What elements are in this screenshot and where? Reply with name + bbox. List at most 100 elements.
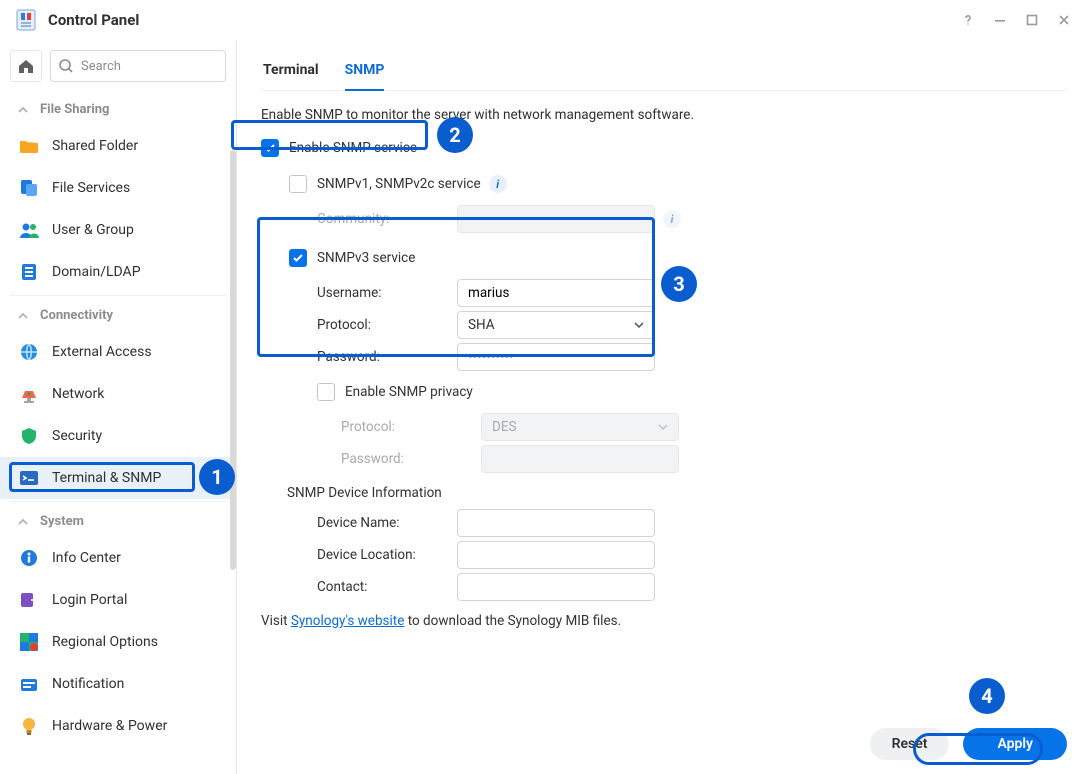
snmp-v3-checkbox[interactable] [289, 249, 307, 267]
device-name-label: Device Name: [317, 515, 457, 531]
protocol-select[interactable]: SHA [457, 311, 655, 339]
section-label: Connectivity [40, 308, 113, 323]
nav-label: Info Center [52, 550, 121, 566]
contact-input[interactable] [457, 573, 655, 601]
chevron-up-icon [18, 517, 32, 527]
section-file-sharing[interactable]: File Sharing [0, 92, 236, 125]
sidebar-item-external-access[interactable]: External Access [0, 331, 236, 373]
sidebar-item-user-group[interactable]: User & Group [0, 209, 236, 251]
tab-terminal[interactable]: Terminal [263, 50, 319, 90]
user-group-icon [18, 219, 40, 241]
caret-down-icon [634, 320, 644, 330]
priv-protocol-value: DES [492, 419, 517, 435]
priv-password-input [481, 445, 679, 473]
sidebar-item-hardware-power[interactable]: Hardware & Power [0, 705, 236, 747]
minimize-icon[interactable] [987, 7, 1013, 33]
nav-label: Network [52, 386, 104, 402]
nav-label: Regional Options [52, 634, 158, 650]
snmp-privacy-label: Enable SNMP privacy [345, 384, 473, 400]
sidebar: File Sharing Shared Folder File Services… [0, 40, 237, 774]
section-system[interactable]: System [0, 504, 236, 537]
contact-label: Contact: [317, 579, 457, 595]
device-location-label: Device Location: [317, 547, 457, 563]
nav-label: External Access [52, 344, 152, 360]
info-icon [18, 547, 40, 569]
check-icon [292, 252, 304, 264]
nav-label: Login Portal [52, 592, 127, 608]
close-icon[interactable] [1051, 7, 1077, 33]
username-input[interactable] [457, 279, 655, 307]
sidebar-item-network[interactable]: Network [0, 373, 236, 415]
section-label: File Sharing [40, 102, 109, 117]
info-icon[interactable]: i [489, 175, 507, 193]
sidebar-item-regional-options[interactable]: Regional Options [0, 621, 236, 663]
enable-snmp-checkbox[interactable] [261, 139, 279, 157]
folder-icon [18, 135, 40, 157]
scrollbar[interactable] [230, 150, 236, 570]
home-button[interactable] [10, 50, 42, 82]
sidebar-item-security[interactable]: Security [0, 415, 236, 457]
nav-label: Terminal & SNMP [52, 470, 161, 486]
network-icon [18, 383, 40, 405]
help-icon[interactable] [955, 7, 981, 33]
reset-button[interactable]: Reset [870, 728, 950, 760]
password-input[interactable] [457, 343, 655, 371]
main-content: Terminal SNMP Enable SNMP to monitor the… [237, 40, 1091, 774]
file-services-icon [18, 177, 40, 199]
section-connectivity[interactable]: Connectivity [0, 298, 236, 331]
mib-line: Visit Synology's website to download the… [261, 613, 1067, 629]
callout-4: 4 [969, 678, 1005, 714]
chevron-up-icon [18, 105, 32, 115]
device-name-input[interactable] [457, 509, 655, 537]
section-label: System [40, 514, 84, 529]
login-portal-icon [18, 589, 40, 611]
sidebar-item-terminal-snmp[interactable]: Terminal & SNMP [0, 457, 236, 499]
priv-protocol-label: Protocol: [341, 419, 481, 435]
titlebar: Control Panel [0, 0, 1091, 40]
sidebar-item-info-center[interactable]: Info Center [0, 537, 236, 579]
divider [10, 295, 226, 296]
bulb-icon [18, 715, 40, 737]
password-label: Password: [317, 349, 457, 365]
terminal-icon [18, 467, 40, 489]
shield-icon [18, 425, 40, 447]
chevron-up-icon [18, 311, 32, 321]
protocol-value: SHA [468, 317, 495, 333]
control-panel-icon [14, 8, 38, 32]
tab-snmp[interactable]: SNMP [345, 50, 385, 90]
nav-label: Security [52, 428, 102, 444]
caret-down-icon [658, 422, 668, 432]
device-location-input[interactable] [457, 541, 655, 569]
search-icon [58, 58, 74, 74]
snmp-description: Enable SNMP to monitor the server with n… [261, 107, 1067, 123]
sidebar-item-shared-folder[interactable]: Shared Folder [0, 125, 236, 167]
sidebar-item-file-services[interactable]: File Services [0, 167, 236, 209]
maximize-icon[interactable] [1019, 7, 1045, 33]
sidebar-item-notification[interactable]: Notification [0, 663, 236, 705]
info-icon[interactable]: i [663, 210, 681, 228]
regional-icon [18, 631, 40, 653]
mib-post: to download the Synology MIB files. [404, 613, 621, 629]
nav-label: User & Group [52, 222, 134, 238]
enable-snmp-label: Enable SNMP service [289, 140, 417, 156]
priv-protocol-select: DES [481, 413, 679, 441]
sidebar-item-login-portal[interactable]: Login Portal [0, 579, 236, 621]
synology-website-link[interactable]: Synology's website [291, 613, 404, 629]
snmp-v12-label: SNMPv1, SNMPv2c service [317, 176, 481, 192]
nav-label: Notification [52, 676, 124, 692]
notification-icon [18, 673, 40, 695]
domain-ldap-icon [18, 261, 40, 283]
nav-label: Domain/LDAP [52, 264, 141, 280]
community-label: Community: [317, 211, 457, 227]
check-icon [264, 142, 276, 154]
snmp-v12-checkbox[interactable] [289, 175, 307, 193]
sidebar-item-domain-ldap[interactable]: Domain/LDAP [0, 251, 236, 293]
snmp-privacy-checkbox[interactable] [317, 383, 335, 401]
protocol-label: Protocol: [317, 317, 457, 333]
apply-button[interactable]: Apply [963, 728, 1067, 760]
nav-label: Shared Folder [52, 138, 138, 154]
divider [10, 501, 226, 502]
search-input[interactable] [50, 50, 226, 82]
device-info-heading: SNMP Device Information [287, 485, 1067, 501]
nav-label: File Services [52, 180, 130, 196]
